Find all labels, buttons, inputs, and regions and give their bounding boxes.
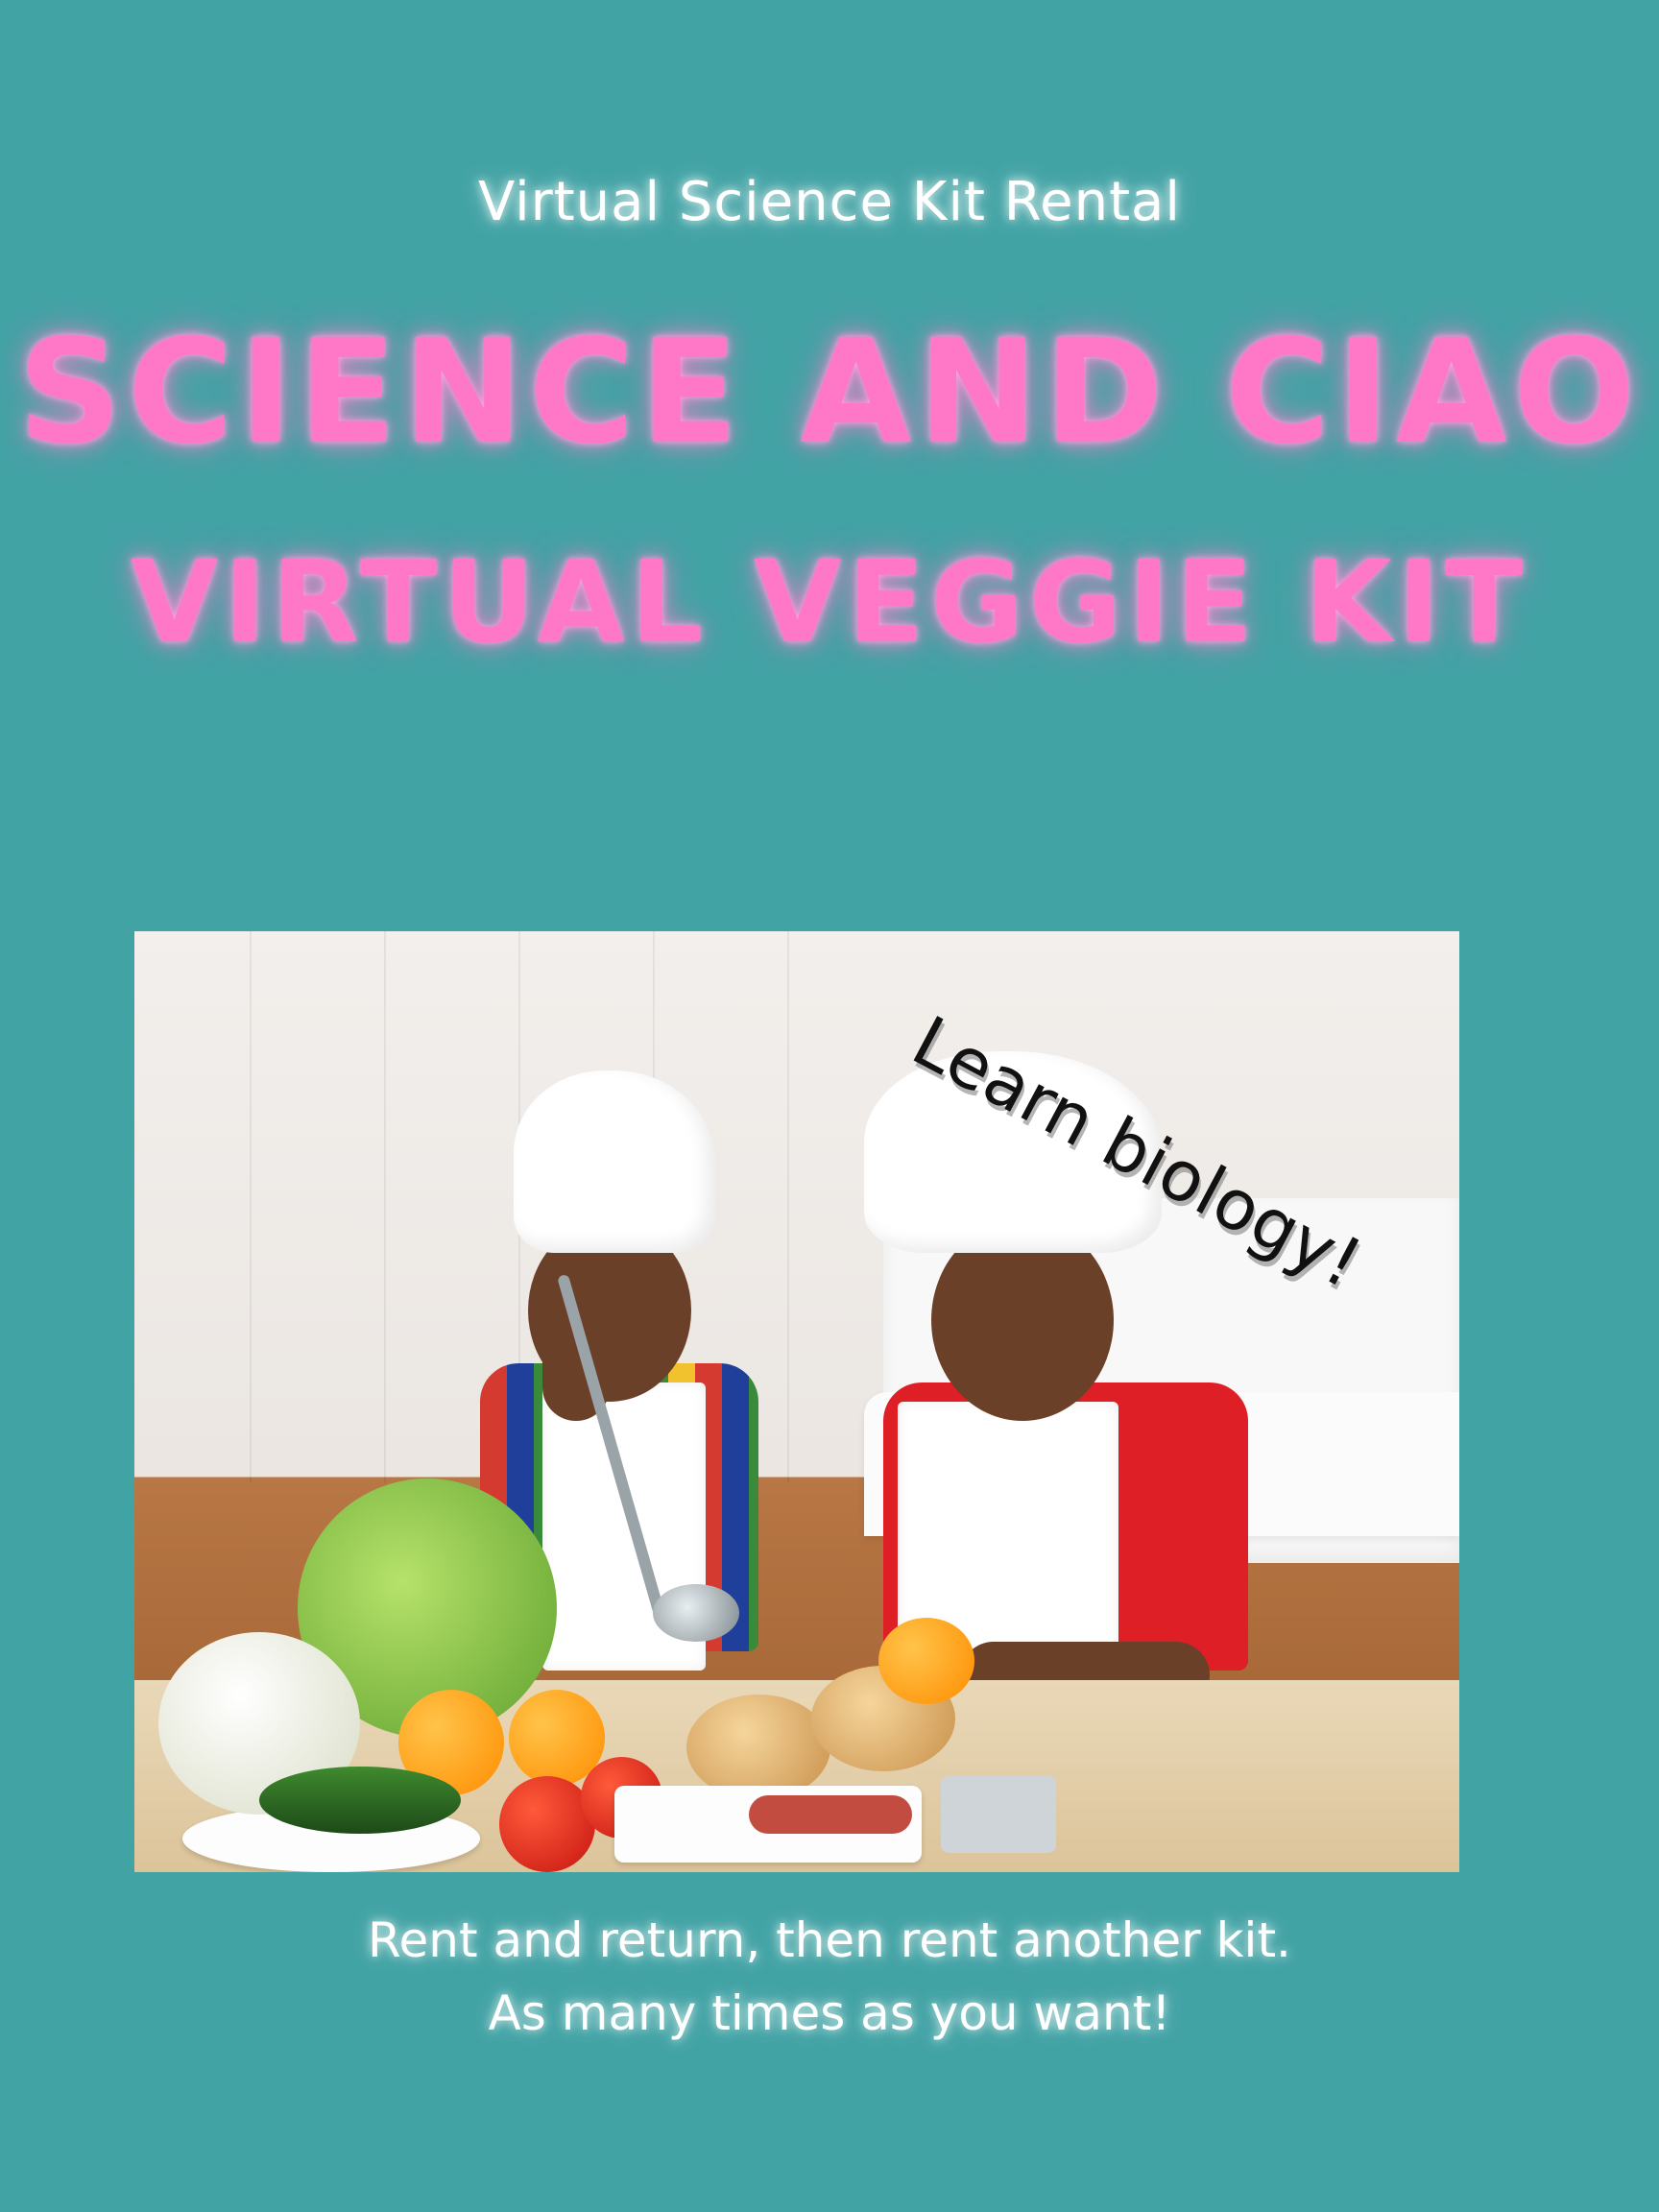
spatula xyxy=(941,1776,1056,1853)
cucumber xyxy=(259,1767,461,1834)
wall-panel xyxy=(787,931,789,1483)
kids-cooking-photo: Learn biology! xyxy=(134,931,1459,1872)
ladle-bowl xyxy=(653,1584,739,1642)
footer-line-2: As many times as you want! xyxy=(488,1985,1171,2041)
title-line-1: SCIENCE AND CIAO xyxy=(17,309,1642,476)
title-line-2: VIRTUAL VEGGIE KIT xyxy=(130,536,1529,668)
eyebrow-text: Virtual Science Kit Rental xyxy=(478,171,1181,233)
boy-chef-hat xyxy=(514,1070,715,1253)
wall-panel xyxy=(250,931,252,1483)
wall-panel xyxy=(384,931,386,1483)
orange-in-hand xyxy=(878,1618,974,1704)
ham-slice xyxy=(749,1795,912,1834)
footer-line-1: Rent and return, then rent another kit. xyxy=(368,1912,1291,1968)
bun xyxy=(686,1695,830,1800)
